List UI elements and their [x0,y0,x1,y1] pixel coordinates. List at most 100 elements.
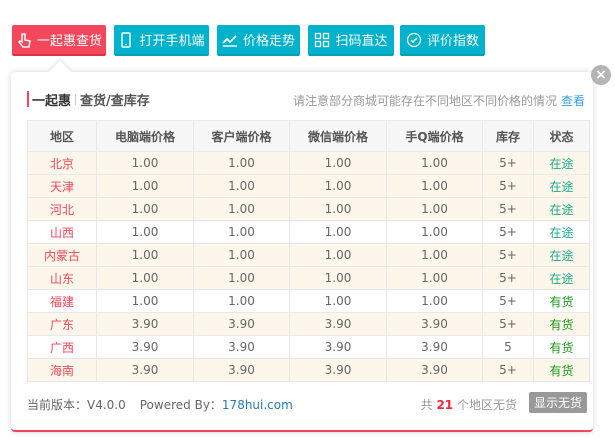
price-cell: 3.90 [193,312,290,336]
hand-pointer-icon [17,32,31,48]
price-cell: 3.90 [193,358,290,382]
price-cell: 1.00 [193,197,290,221]
open-mobile-button[interactable]: 打开手机端 [114,25,209,56]
count-prefix: 共 [420,398,433,412]
status-cell: 在途 [533,243,590,267]
stock-cell: 5+ [482,289,534,313]
brand-name: 一起惠 [32,93,72,109]
version-text: 当前版本：V4.0.0 [27,398,126,412]
stock-cell: 5+ [482,358,534,382]
price-cell: 3.90 [386,335,483,359]
button-label: 价格走势 [242,34,295,49]
stock-cell: 5+ [482,243,534,267]
count-suffix: 个地区无货 [456,398,517,412]
table-row: 北京 1.00 1.00 1.00 1.00 5+ 在途 [27,151,590,175]
table-row: 海南 3.90 3.90 3.90 3.90 5+ 有货 [27,358,590,382]
powered-by-text: Powered By： [139,398,222,412]
status-cell: 在途 [533,197,590,221]
show-out-of-stock-button[interactable]: 显示无货 [528,392,587,413]
price-cell: 3.90 [386,312,483,336]
out-of-stock-count: 共 21 个地区无货 [421,396,517,413]
price-cell: 1.00 [193,266,290,290]
trend-icon [222,34,237,47]
region-cell: 广西 [27,335,97,359]
stock-panel: 一起惠 查货/查库存 请注意部分商城可能存在不同地区不同价格的情况 查看 地区 电脑… [11,72,593,432]
price-cell: 1.00 [96,266,194,290]
price-cell: 1.00 [96,174,194,198]
region-cell: 福建 [27,289,97,313]
price-cell: 3.90 [193,335,290,359]
price-cell: 1.00 [289,289,387,313]
column-header: 库存 [482,120,534,152]
button-label: 扫码直达 [335,34,388,49]
region-cell: 广东 [27,312,97,336]
price-cell: 1.00 [386,197,483,221]
stock-cell: 5+ [482,197,534,221]
footer-info: 当前版本：V4.0.0 Powered By：178hui.com [27,396,293,413]
phone-icon [121,31,132,48]
status-cell: 在途 [533,174,590,198]
price-notice: 请注意部分商城可能存在不同地区不同价格的情况 查看 [293,92,585,109]
region-cell: 山东 [27,266,97,290]
table-row: 山西 1.00 1.00 1.00 1.00 5+ 在途 [27,220,590,244]
column-header: 客户端价格 [193,120,290,152]
price-cell: 3.90 [386,358,483,382]
table-row: 天津 1.00 1.00 1.00 1.00 5+ 在途 [27,174,590,198]
rating-index-button[interactable]: 评价指数 [400,25,485,56]
price-cell: 3.90 [289,358,387,382]
button-label: 评价指数 [426,34,479,49]
site-link[interactable]: 178hui.com [222,398,293,412]
price-cell: 1.00 [193,151,290,175]
stock-cell: 5+ [482,174,534,198]
price-cell: 1.00 [96,243,194,267]
table-row: 河北 1.00 1.00 1.00 1.00 5+ 在途 [27,197,590,221]
price-cell: 1.00 [386,174,483,198]
price-cell: 1.00 [289,266,387,290]
price-trend-button[interactable]: 价格走势 [217,25,300,56]
price-cell: 3.90 [96,312,194,336]
notice-text: 请注意部分商城可能存在不同地区不同价格的情况 [292,94,557,108]
stock-cell: 5+ [482,151,534,175]
price-cell: 1.00 [289,243,387,267]
column-header: 微信端价格 [289,120,387,152]
price-cell: 1.00 [386,266,483,290]
stock-cell: 5 [482,335,534,359]
price-cell: 1.00 [386,220,483,244]
status-cell: 在途 [533,266,590,290]
count-number: 21 [436,398,454,412]
price-cell: 1.00 [386,243,483,267]
status-cell: 有货 [533,335,590,359]
price-cell: 3.90 [96,358,194,382]
price-cell: 3.90 [289,335,387,359]
price-cell: 1.00 [289,151,387,175]
column-header: 手Q端价格 [386,120,483,152]
price-cell: 1.00 [193,243,290,267]
price-cell: 1.00 [289,174,387,198]
region-cell: 河北 [27,197,97,221]
price-cell: 1.00 [386,151,483,175]
price-cell: 1.00 [96,220,194,244]
column-header: 地区 [27,120,97,152]
check-stock-button[interactable]: 一起惠查货 [12,25,106,56]
region-cell: 天津 [27,174,97,198]
button-label: 打开手机端 [139,34,205,49]
close-icon[interactable]: × [591,65,611,85]
table-row: 广东 3.90 3.90 3.90 3.90 5+ 有货 [27,312,590,336]
price-cell: 1.00 [96,197,194,221]
table-row: 山东 1.00 1.00 1.00 1.00 5+ 在途 [27,266,590,290]
status-cell: 在途 [533,151,590,175]
button-label: 一起惠查货 [36,34,102,49]
region-cell: 内蒙古 [27,243,97,267]
view-link[interactable]: 查看 [561,94,585,108]
scan-qr-button[interactable]: 扫码直达 [308,25,394,56]
table-row: 广西 3.90 3.90 3.90 3.90 5 有货 [27,335,590,359]
price-cell: 1.00 [96,151,194,175]
region-cell: 山西 [27,220,97,244]
stock-table: 地区 电脑端价格 客户端价格 微信端价格 手Q端价格 库存 状态 北京 1.00 1.00 1.0… [27,120,590,382]
stock-cell: 5+ [482,220,534,244]
panel-title: 一起惠 查货/查库存 [27,91,150,109]
table-row: 福建 1.00 1.00 1.00 1.00 5+ 有货 [27,289,590,313]
region-cell: 北京 [27,151,97,175]
price-cell: 1.00 [289,197,387,221]
price-cell: 1.00 [193,174,290,198]
